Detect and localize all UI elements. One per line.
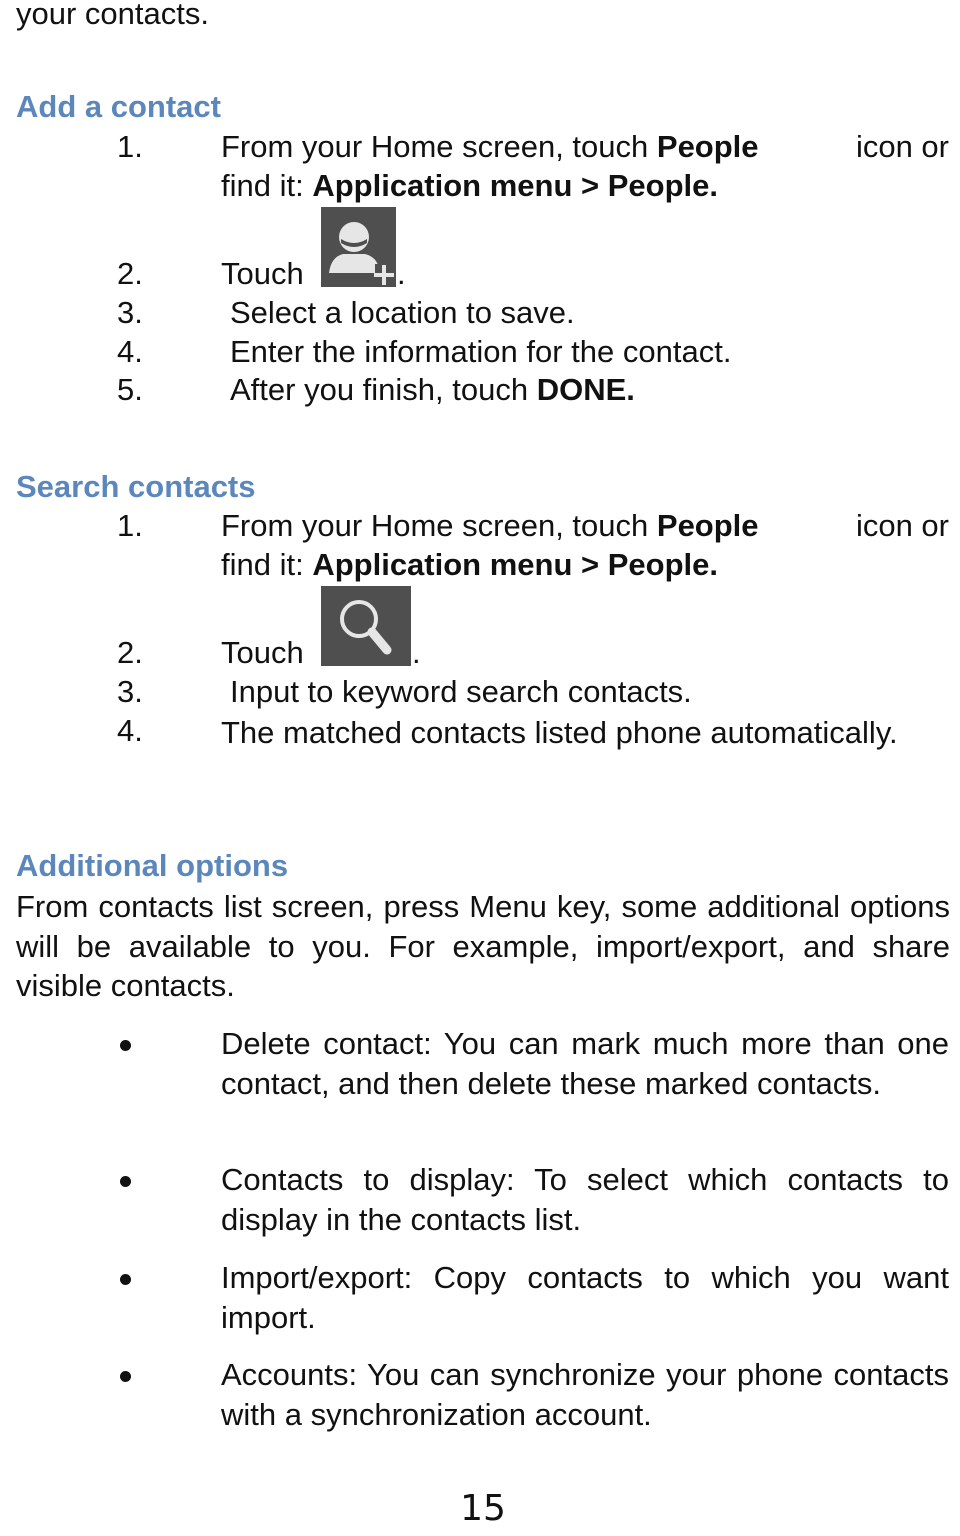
bullet-item: Accounts: You can synchronize your phone… xyxy=(221,1357,949,1432)
step-text-bold: Application menu > People. xyxy=(312,547,718,582)
step-number: 4. xyxy=(117,334,143,369)
add-step-3: Select a location to save. xyxy=(230,295,575,330)
search-contacts-heading: Search contacts xyxy=(16,469,256,504)
add-contact-icon xyxy=(321,207,396,287)
additional-options-paragraph: From contacts list screen, press Menu ke… xyxy=(16,889,950,1003)
period: . xyxy=(412,635,421,670)
intro-text: your contacts. xyxy=(16,0,209,31)
step-number: 4. xyxy=(117,713,143,748)
bullet-icon xyxy=(120,1040,131,1051)
step-number: 5. xyxy=(117,372,143,407)
search-step-1-line-2: find it: Application menu > People. xyxy=(221,547,718,583)
page-number: 15 xyxy=(460,1488,506,1529)
bullet-item: Import/export: Copy contacts to which yo… xyxy=(221,1260,949,1335)
step-text: find it: xyxy=(221,547,313,582)
search-step-3: Input to keyword search contacts. xyxy=(230,674,692,709)
step-number: 3. xyxy=(117,674,143,709)
step-number: 2. xyxy=(117,256,143,291)
bullet-icon xyxy=(120,1274,131,1285)
add-step-4: Enter the information for the contact. xyxy=(230,334,732,369)
bullet-item: Contacts to display: To select which con… xyxy=(221,1162,949,1237)
add-step-1-line-1: From your Home screen, touch People icon… xyxy=(221,129,949,165)
step-text: Touch xyxy=(221,635,304,670)
step-number: 1. xyxy=(117,508,143,543)
step-text-bold: People xyxy=(656,129,759,164)
add-step-5: After you finish, touch DONE. xyxy=(230,372,635,408)
step-text: icon or xyxy=(855,508,949,543)
step-text: icon or xyxy=(855,129,949,164)
bullet-icon xyxy=(120,1176,131,1187)
step-number: 3. xyxy=(117,295,143,330)
search-step-4: The matched contacts listed phone automa… xyxy=(221,715,898,750)
step-text: Touch xyxy=(221,256,304,291)
additional-options-heading: Additional options xyxy=(16,848,289,883)
step-text-bold: Application menu > People. xyxy=(312,168,718,203)
add-step-1-line-2: find it: Application menu > People. xyxy=(221,168,718,204)
step-text: After you finish, touch xyxy=(230,372,537,407)
step-text-bold: People xyxy=(656,508,759,543)
search-step-1-line-1: From your Home screen, touch People icon… xyxy=(221,508,949,544)
step-text: From your Home screen, touch xyxy=(221,508,657,543)
step-text: From your Home screen, touch xyxy=(221,129,657,164)
step-text-bold: DONE. xyxy=(536,372,635,407)
bullet-icon xyxy=(120,1371,131,1382)
add-step-2: Touch xyxy=(221,256,304,292)
step-text: find it: xyxy=(221,168,313,203)
step-number: 2. xyxy=(117,635,143,670)
period: . xyxy=(397,256,406,291)
search-step-2: Touch xyxy=(221,635,304,671)
bullet-item: Delete contact: You can mark much more t… xyxy=(221,1026,949,1101)
search-icon xyxy=(321,586,411,666)
add-contact-heading: Add a contact xyxy=(16,89,221,124)
step-number: 1. xyxy=(117,129,143,164)
